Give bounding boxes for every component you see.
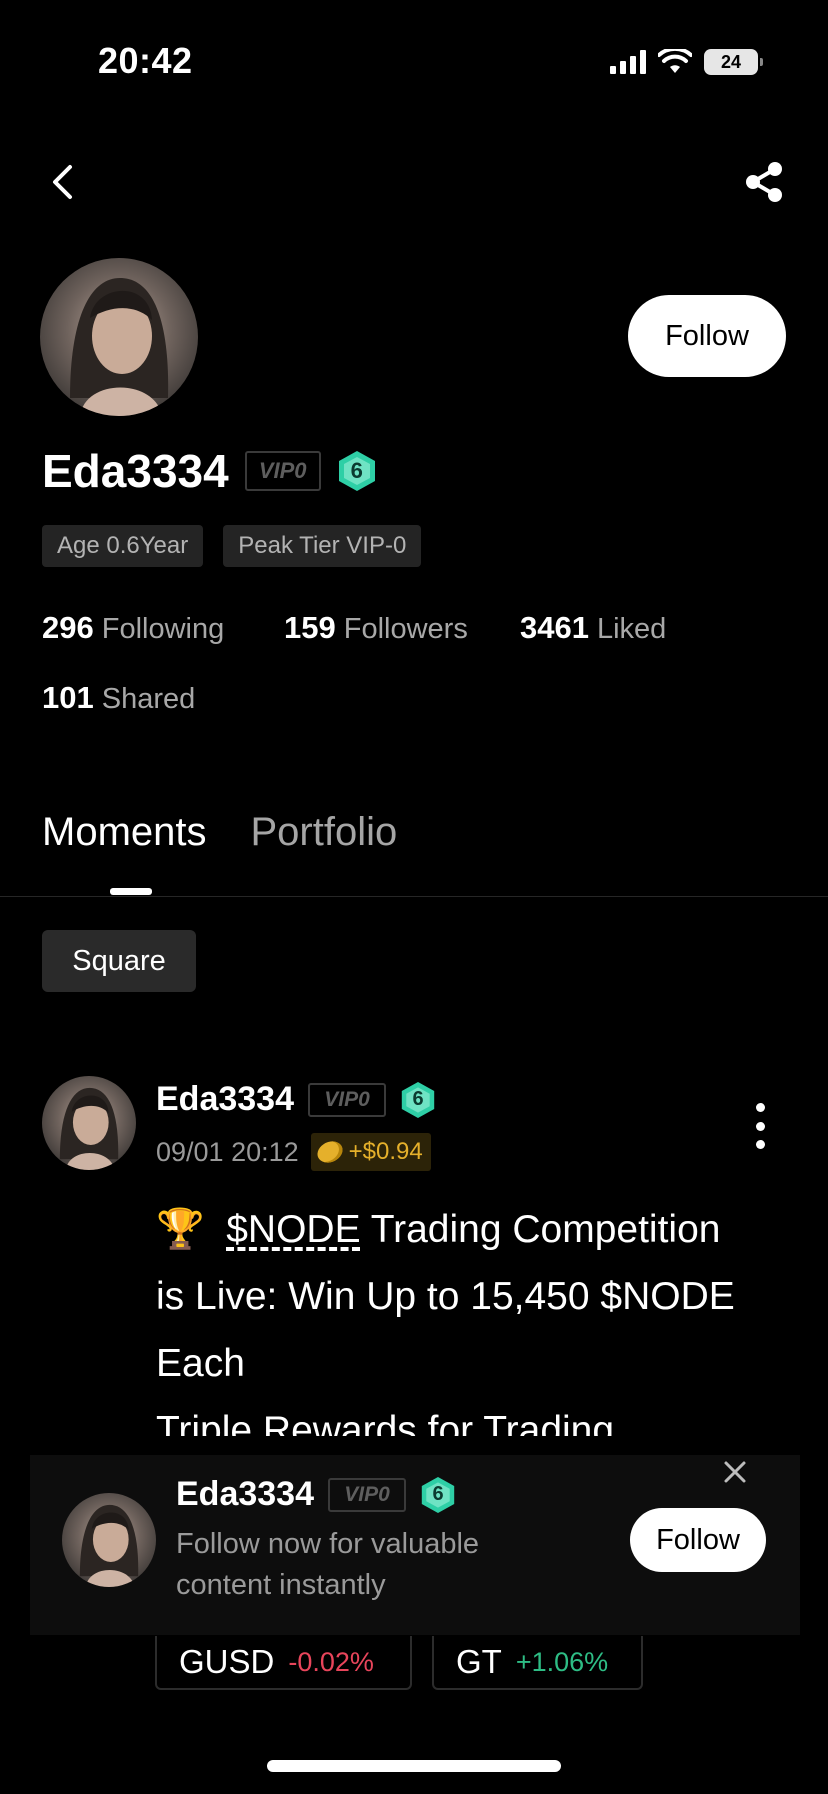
following-count: 296	[42, 610, 94, 645]
close-button[interactable]	[718, 1455, 752, 1489]
trophy-icon: 🏆	[156, 1208, 205, 1251]
stat-liked[interactable]: 3461 Liked	[520, 610, 666, 646]
popup-username: Eda3334	[176, 1475, 314, 1513]
popup-vip-badge: VIP0	[328, 1477, 406, 1512]
tabs-divider	[0, 896, 828, 897]
stat-followers[interactable]: 159 Followers	[284, 610, 468, 646]
top-nav	[0, 150, 828, 214]
token-chip-gt[interactable]: GT +1.06%	[432, 1636, 643, 1690]
close-icon	[724, 1461, 746, 1483]
age-tag: Age 0.6Year	[42, 525, 204, 567]
post-text[interactable]: 🏆 $NODE Trading Competition is Live: Win…	[156, 1196, 796, 1436]
tab-indicator	[110, 888, 152, 895]
home-indicator[interactable]	[267, 1760, 561, 1772]
popup-follow-button[interactable]: Follow	[630, 1508, 766, 1572]
reward-badge: +$0.94	[310, 1133, 431, 1171]
post-vip-badge: VIP0	[308, 1082, 386, 1117]
status-time: 20:42	[98, 40, 193, 81]
post-text-line3: Each	[156, 1342, 245, 1385]
post-level-badge: 6	[400, 1081, 436, 1119]
back-button[interactable]	[40, 160, 84, 204]
token-symbol: GT	[456, 1643, 502, 1680]
battery-level: 24	[720, 51, 742, 72]
post-level-value: 6	[412, 1088, 424, 1110]
stat-following[interactable]: 296 Following	[42, 610, 224, 646]
share-icon	[746, 162, 782, 202]
share-button[interactable]	[740, 158, 788, 206]
tab-moments[interactable]: Moments	[42, 810, 207, 855]
liked-label: Liked	[596, 613, 667, 645]
battery-icon: 24	[704, 49, 763, 75]
post-username[interactable]: Eda3334	[156, 1080, 294, 1119]
ticker-link[interactable]: $NODE	[226, 1208, 360, 1251]
profile-tags: Age 0.6Year Peak Tier VIP-0	[42, 525, 422, 567]
post-text-line2: is Live: Win Up to 15,450 $NODE	[156, 1275, 735, 1318]
post-header: Eda3334 VIP0 6	[156, 1080, 436, 1119]
followers-label: Followers	[343, 613, 468, 645]
followers-count: 159	[284, 610, 336, 645]
post-text-line4: Triple Rewards for Trading	[156, 1409, 615, 1436]
liked-count: 3461	[520, 610, 589, 645]
popup-avatar[interactable]	[62, 1493, 156, 1587]
follow-button[interactable]: Follow	[628, 295, 786, 377]
popup-level-badge: 6	[420, 1476, 456, 1514]
token-symbol: GUSD	[179, 1643, 275, 1680]
popup-level-value: 6	[432, 1483, 444, 1505]
post-text-line1: Trading Competition	[360, 1208, 721, 1251]
stat-shared[interactable]: 101 Shared	[42, 680, 195, 716]
shared-label: Shared	[101, 683, 196, 715]
more-options-button[interactable]	[748, 1103, 772, 1149]
vip-badge: VIP0	[244, 451, 321, 491]
avatar[interactable]	[40, 258, 198, 416]
coin-icon	[313, 1137, 346, 1167]
signal-icon	[610, 50, 646, 74]
post-time: 09/01 20:12	[156, 1136, 299, 1167]
reward-amount: +$0.94	[348, 1138, 423, 1165]
status-icons: 24	[610, 48, 763, 76]
level-badge: 6	[337, 450, 377, 492]
status-bar: 20:42 24	[0, 0, 828, 120]
shared-count: 101	[42, 680, 94, 715]
profile-username: Eda3334	[42, 445, 229, 497]
level-value: 6	[350, 458, 363, 483]
profile-name-row: Eda3334 VIP0 6	[42, 444, 377, 498]
chevron-left-icon	[53, 165, 72, 199]
token-change: -0.02%	[288, 1646, 374, 1677]
filter-square[interactable]: Square	[42, 930, 196, 992]
token-chip-gusd[interactable]: GUSD -0.02%	[155, 1636, 412, 1690]
wifi-icon	[658, 49, 692, 73]
tab-portfolio[interactable]: Portfolio	[251, 810, 398, 855]
popup-message: Follow now for valuable content instantl…	[176, 1528, 480, 1601]
peak-tier-tag: Peak Tier VIP-0	[223, 525, 422, 567]
profile-tabs: Moments Portfolio	[42, 810, 397, 855]
post-meta: 09/01 20:12 +$0.94	[156, 1133, 431, 1171]
following-label: Following	[101, 613, 225, 645]
post-avatar[interactable]	[42, 1076, 136, 1170]
token-change: +1.06%	[515, 1646, 609, 1677]
popup-name-row: Eda3334 VIP0 6	[176, 1475, 456, 1514]
